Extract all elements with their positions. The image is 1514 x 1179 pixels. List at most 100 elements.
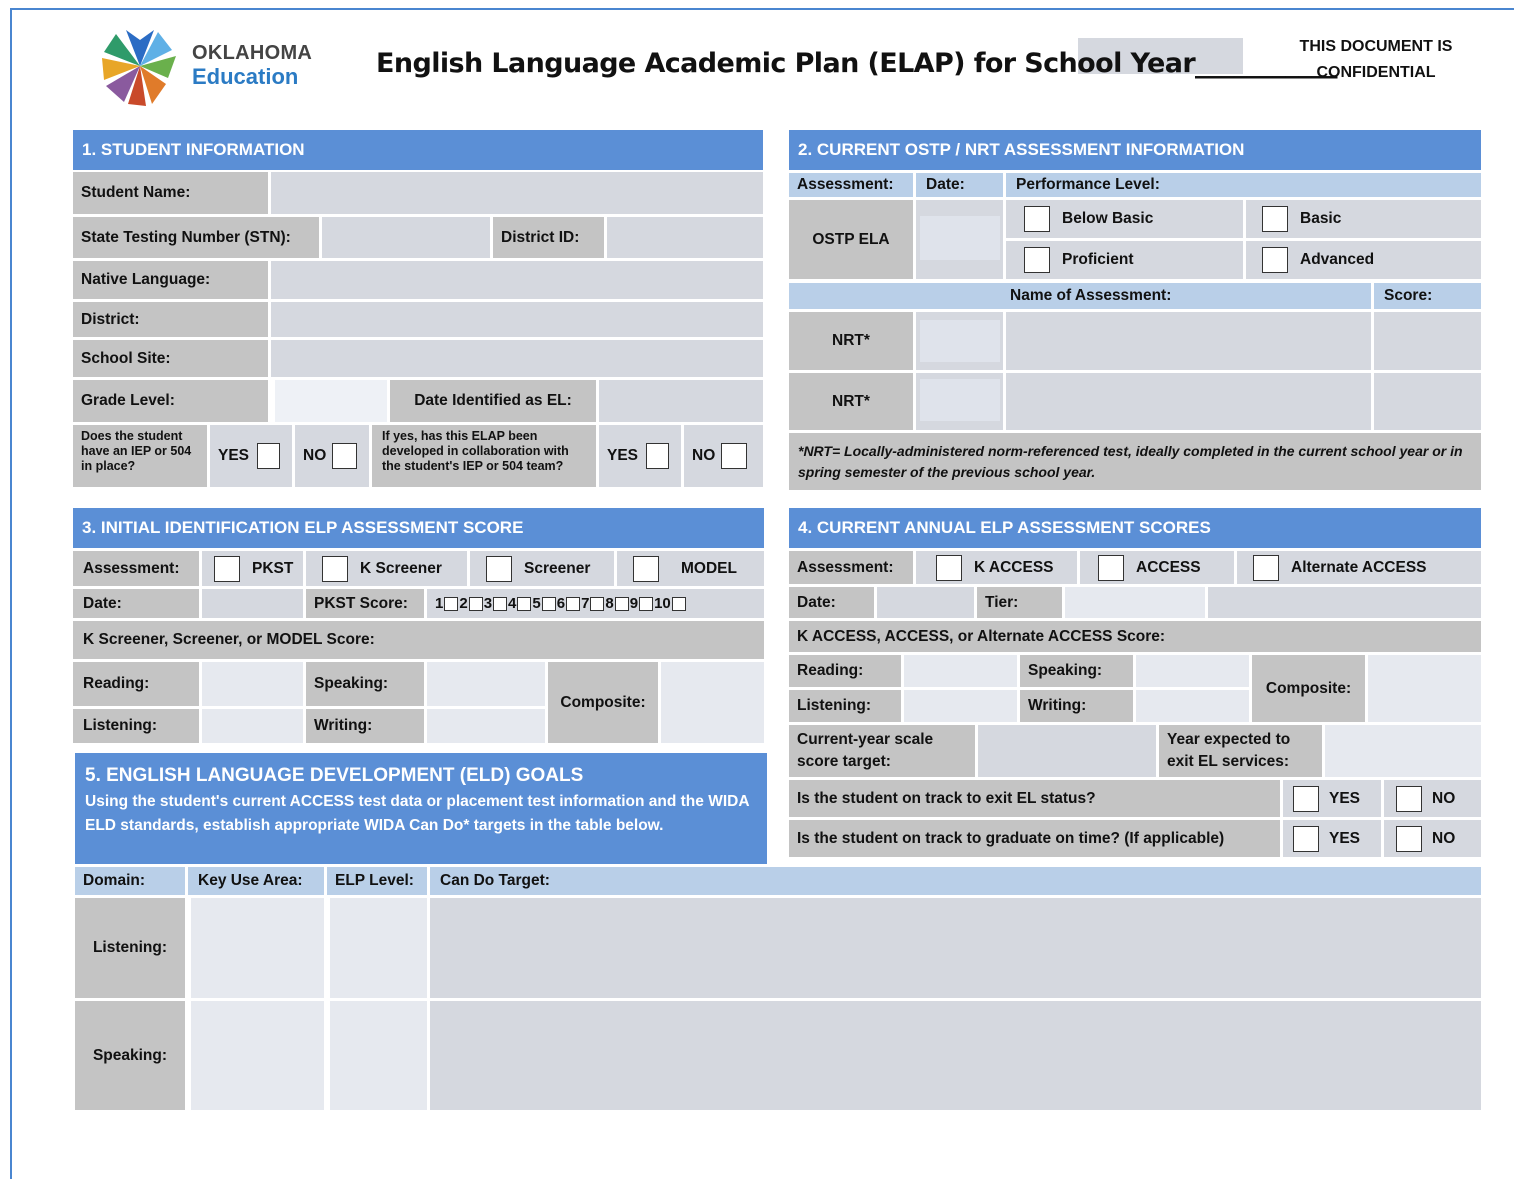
exit-yes-option[interactable]: YES bbox=[1283, 780, 1381, 817]
s4-date-input[interactable] bbox=[877, 587, 974, 618]
date-identified-input[interactable] bbox=[599, 380, 763, 422]
alt-access-checkbox[interactable] bbox=[1253, 554, 1279, 581]
student-name-input[interactable] bbox=[271, 172, 763, 214]
scale-target-input[interactable] bbox=[978, 725, 1156, 777]
speaking-can-do-input[interactable] bbox=[430, 1001, 1481, 1110]
advanced-option[interactable]: Advanced bbox=[1246, 241, 1481, 279]
iep-yes-label: YES bbox=[218, 447, 250, 464]
k-screener-checkbox[interactable] bbox=[322, 555, 348, 582]
collab-no-option[interactable]: NO bbox=[684, 425, 763, 487]
stn-input[interactable] bbox=[322, 217, 490, 258]
key-use-area-header: Key Use Area: bbox=[188, 867, 324, 895]
s4-writing-input[interactable] bbox=[1136, 690, 1249, 722]
proficient-checkbox[interactable] bbox=[1024, 247, 1050, 273]
school-site-input[interactable] bbox=[271, 340, 763, 377]
s3-speaking-input[interactable] bbox=[427, 662, 545, 706]
grad-no-label: NO bbox=[1432, 829, 1456, 847]
year-expected-input[interactable] bbox=[1325, 725, 1481, 777]
model-option[interactable]: MODEL bbox=[617, 551, 764, 586]
proficient-option[interactable]: Proficient bbox=[1006, 241, 1243, 279]
ostp-date-input[interactable] bbox=[916, 200, 1003, 279]
exit-no-option[interactable]: NO bbox=[1384, 780, 1481, 817]
pkst-score-8-checkbox[interactable] bbox=[614, 596, 629, 611]
access-checkbox[interactable] bbox=[1098, 554, 1124, 581]
date-identified-label: Date Identified as EL: bbox=[390, 380, 596, 422]
s3-writing-input[interactable] bbox=[427, 709, 545, 743]
s3-listening-label: Listening: bbox=[73, 709, 199, 743]
s3-reading-input[interactable] bbox=[202, 662, 303, 706]
pkst-score-2-checkbox[interactable] bbox=[468, 596, 483, 611]
s4-listening-input[interactable] bbox=[904, 690, 1017, 722]
iep-no-option[interactable]: NO bbox=[295, 425, 369, 487]
screener-checkbox[interactable] bbox=[486, 555, 512, 582]
collab-yes-option[interactable]: YES bbox=[599, 425, 681, 487]
speaking-key-use-input[interactable] bbox=[191, 1001, 324, 1110]
domain-header: Domain: bbox=[75, 867, 185, 895]
pkst-score-4-checkbox[interactable] bbox=[517, 596, 532, 611]
basic-checkbox[interactable] bbox=[1262, 206, 1288, 232]
collab-no-label: NO bbox=[692, 447, 716, 464]
below-basic-option[interactable]: Below Basic bbox=[1006, 200, 1243, 238]
exit-no-checkbox[interactable] bbox=[1396, 785, 1422, 812]
tier-input[interactable] bbox=[1065, 587, 1205, 618]
collab-yes-checkbox[interactable] bbox=[646, 443, 669, 469]
k-screener-option[interactable]: K Screener bbox=[306, 551, 467, 586]
pkst-score-9-checkbox[interactable] bbox=[639, 596, 654, 611]
collab-no-checkbox[interactable] bbox=[721, 443, 748, 469]
pkst-checkbox[interactable] bbox=[214, 555, 240, 582]
nrt2-name-input[interactable] bbox=[1006, 373, 1371, 430]
grad-yes-label: YES bbox=[1329, 829, 1361, 847]
s4-composite-input[interactable] bbox=[1368, 655, 1481, 722]
listening-elp-level-input[interactable] bbox=[330, 898, 427, 998]
screener-option[interactable]: Screener bbox=[470, 551, 614, 586]
nrt2-date-input[interactable] bbox=[916, 373, 1003, 430]
grad-no-option[interactable]: NO bbox=[1384, 820, 1481, 857]
district-id-input[interactable] bbox=[607, 217, 763, 258]
nrt1-date-input[interactable] bbox=[916, 312, 1003, 370]
pkst-score-9: 9 bbox=[629, 595, 639, 612]
nrt2-score-input[interactable] bbox=[1374, 373, 1481, 430]
district-input[interactable] bbox=[271, 302, 763, 337]
pkst-score-6-checkbox[interactable] bbox=[566, 596, 581, 611]
basic-option[interactable]: Basic bbox=[1246, 200, 1481, 238]
exit-yes-label: YES bbox=[1329, 789, 1361, 807]
exit-yes-checkbox[interactable] bbox=[1293, 785, 1319, 812]
grad-no-checkbox[interactable] bbox=[1396, 825, 1422, 852]
model-checkbox[interactable] bbox=[633, 555, 659, 582]
grad-yes-option[interactable]: YES bbox=[1283, 820, 1381, 857]
logo-line2: Education bbox=[192, 64, 299, 89]
grad-yes-checkbox[interactable] bbox=[1293, 825, 1319, 852]
iep-yes-option[interactable]: YES bbox=[210, 425, 292, 487]
speaking-elp-level-input[interactable] bbox=[330, 1001, 427, 1110]
pkst-score-5-checkbox[interactable] bbox=[541, 596, 556, 611]
s4-speaking-input[interactable] bbox=[1136, 655, 1249, 687]
iep-yes-checkbox[interactable] bbox=[257, 443, 280, 469]
pkst-score-1-checkbox[interactable] bbox=[444, 596, 459, 611]
pkst-score-7-checkbox[interactable] bbox=[590, 596, 605, 611]
nrt1-name-input[interactable] bbox=[1006, 312, 1371, 370]
pkst-option[interactable]: PKST bbox=[202, 551, 303, 586]
alt-access-option[interactable]: Alternate ACCESS bbox=[1237, 551, 1481, 584]
s3-reading-label: Reading: bbox=[73, 662, 199, 706]
access-option[interactable]: ACCESS bbox=[1080, 551, 1234, 584]
s4-reading-input[interactable] bbox=[904, 655, 1017, 687]
iep-no-checkbox[interactable] bbox=[332, 443, 357, 469]
below-basic-checkbox[interactable] bbox=[1024, 206, 1050, 232]
pkst-label: PKST bbox=[252, 559, 294, 577]
listening-can-do-input[interactable] bbox=[430, 898, 1481, 998]
pkst-score-options[interactable]: 1 2 3 4 5 6 7 8 9 10 bbox=[427, 589, 764, 618]
pkst-score-3-checkbox[interactable] bbox=[493, 596, 508, 611]
s3-composite-input[interactable] bbox=[661, 662, 764, 743]
k-access-checkbox[interactable] bbox=[936, 554, 962, 581]
nrt1-score-input[interactable] bbox=[1374, 312, 1481, 370]
proficient-label: Proficient bbox=[1062, 251, 1134, 268]
s3-date-input[interactable] bbox=[202, 589, 303, 618]
native-language-input[interactable] bbox=[271, 261, 763, 299]
s4-reading-label: Reading: bbox=[789, 655, 901, 687]
pkst-score-10-checkbox[interactable] bbox=[671, 596, 686, 611]
k-access-option[interactable]: K ACCESS bbox=[916, 551, 1077, 584]
s3-listening-input[interactable] bbox=[202, 709, 303, 743]
grade-level-input[interactable] bbox=[275, 380, 387, 422]
listening-key-use-input[interactable] bbox=[191, 898, 324, 998]
advanced-checkbox[interactable] bbox=[1262, 247, 1288, 273]
